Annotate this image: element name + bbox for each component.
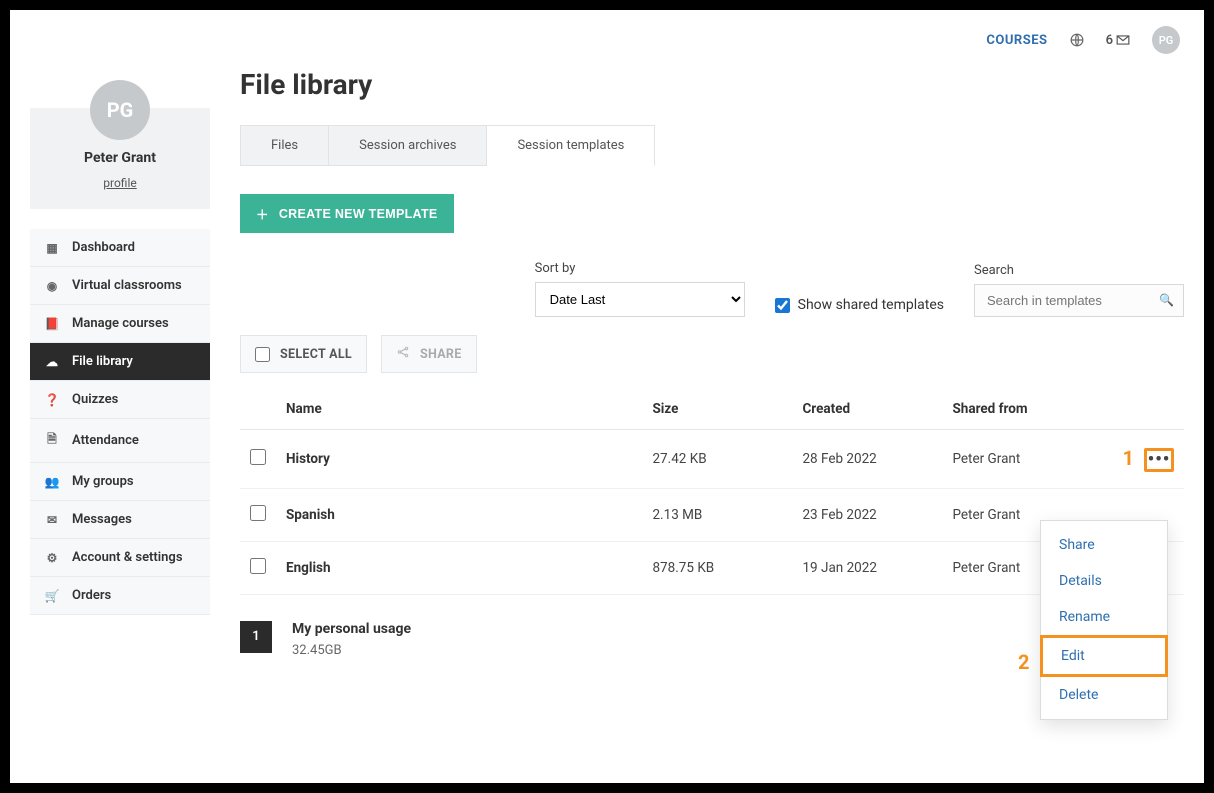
sidebar-item-label: Virtual classrooms	[72, 278, 182, 293]
cloud-icon: ☁	[44, 355, 60, 369]
cell-size: 878.75 KB	[642, 541, 792, 594]
select-all-button[interactable]: SELECT ALL	[240, 335, 367, 373]
sidebar-item-account-settings[interactable]: ⚙ Account & settings	[30, 539, 210, 577]
col-name: Name	[276, 389, 642, 430]
col-size: Size	[642, 389, 792, 430]
gear-icon: ⚙	[44, 551, 60, 565]
table-row: History 27.42 KB 28 Feb 2022 Peter Grant…	[240, 430, 1184, 489]
sidebar-item-dashboard[interactable]: ▦ Dashboard	[30, 229, 210, 267]
cell-size: 27.42 KB	[642, 430, 792, 489]
tab-session-archives[interactable]: Session archives	[329, 125, 487, 166]
col-created: Created	[792, 389, 942, 430]
search-icon: 🔍	[1159, 293, 1174, 307]
callout-2: 2	[1018, 650, 1029, 674]
sidebar: PG Peter Grant profile ▦ Dashboard ◉ Vir…	[30, 68, 210, 658]
sort-select[interactable]: Date Last	[535, 282, 745, 317]
row-checkbox[interactable]	[250, 449, 266, 465]
cell-created: 23 Feb 2022	[792, 488, 942, 541]
row-more-button[interactable]: •••	[1144, 448, 1174, 472]
tab-session-templates[interactable]: Session templates	[487, 125, 655, 166]
sidebar-item-file-library[interactable]: ☁ File library	[30, 343, 210, 381]
share-icon	[396, 345, 410, 363]
menu-item-delete[interactable]: Delete	[1041, 677, 1167, 713]
tab-files[interactable]: Files	[240, 125, 329, 166]
sidebar-item-label: Dashboard	[72, 240, 135, 255]
show-shared-checkbox[interactable]	[775, 298, 790, 313]
sidebar-item-label: Account & settings	[72, 550, 183, 565]
sidebar-item-label: File library	[72, 354, 133, 369]
sidebar-item-label: Quizzes	[72, 392, 118, 407]
show-shared-label: Show shared templates	[798, 297, 944, 313]
sort-label: Sort by	[535, 261, 745, 276]
doc-icon: 🗎	[44, 430, 60, 451]
create-template-label: CREATE NEW TEMPLATE	[279, 207, 438, 221]
avatar[interactable]: PG	[1152, 26, 1180, 54]
sidebar-item-my-groups[interactable]: 👥 My groups	[30, 463, 210, 501]
menu-item-share[interactable]: Share	[1041, 527, 1167, 563]
tabs: Files Session archives Session templates	[240, 125, 1184, 166]
sidebar-item-manage-courses[interactable]: 📕 Manage courses	[30, 305, 210, 343]
mail-notification[interactable]: 6	[1106, 33, 1130, 48]
cell-name: English	[276, 541, 642, 594]
sidebar-item-label: Manage courses	[72, 316, 169, 331]
sidebar-item-attendance[interactable]: 🗎 Attendance	[30, 419, 210, 463]
search-label: Search	[974, 263, 1184, 278]
profile-name: Peter Grant	[40, 150, 200, 166]
sidebar-item-messages[interactable]: ✉ Messages	[30, 501, 210, 539]
cell-created: 28 Feb 2022	[792, 430, 942, 489]
select-all-checkbox[interactable]	[255, 347, 270, 362]
sidebar-item-virtual-classrooms[interactable]: ◉ Virtual classrooms	[30, 267, 210, 305]
sidebar-item-label: Messages	[72, 512, 132, 527]
cell-size: 2.13 MB	[642, 488, 792, 541]
share-label: SHARE	[420, 347, 462, 362]
usage-title: My personal usage	[292, 621, 411, 637]
sort-control: Sort by Date Last	[535, 261, 745, 317]
search-control: Search 🔍	[974, 263, 1184, 317]
grid-icon: ▦	[44, 241, 60, 255]
profile-card: PG Peter Grant profile	[30, 108, 210, 209]
menu-item-edit[interactable]: Edit	[1040, 635, 1168, 677]
show-shared-toggle[interactable]: Show shared templates	[775, 297, 944, 313]
bulk-actions: SELECT ALL SHARE	[240, 335, 1184, 373]
sidebar-item-label: Attendance	[72, 433, 139, 448]
create-template-button[interactable]: ＋ CREATE NEW TEMPLATE	[240, 194, 454, 233]
cell-name: History	[276, 430, 642, 489]
mail-icon: ✉	[44, 513, 60, 527]
play-icon: ◉	[44, 279, 60, 293]
sidebar-item-label: My groups	[72, 474, 134, 489]
avatar-large: PG	[90, 80, 150, 140]
row-checkbox[interactable]	[250, 505, 266, 521]
ellipsis-icon: •••	[1148, 449, 1171, 470]
cell-shared-from: Peter Grant	[942, 430, 1112, 489]
pagination-current[interactable]: 1	[240, 621, 272, 653]
usage-value: 32.45GB	[292, 643, 411, 658]
select-all-label: SELECT ALL	[280, 347, 352, 362]
nav: ▦ Dashboard ◉ Virtual classrooms 📕 Manag…	[30, 229, 210, 615]
sidebar-item-label: Orders	[72, 588, 111, 603]
users-icon: 👥	[44, 475, 60, 489]
sidebar-item-orders[interactable]: 🛒 Orders	[30, 577, 210, 615]
row-context-menu: Share Details Rename Edit Delete	[1040, 520, 1168, 720]
plus-icon: ＋	[256, 204, 269, 223]
menu-item-rename[interactable]: Rename	[1041, 599, 1167, 635]
mail-count: 6	[1106, 33, 1113, 48]
profile-link[interactable]: profile	[103, 176, 136, 190]
controls-row: Sort by Date Last Show shared templates …	[240, 261, 1184, 317]
menu-item-details[interactable]: Details	[1041, 563, 1167, 599]
search-input[interactable]	[974, 284, 1184, 317]
globe-icon[interactable]	[1070, 33, 1084, 47]
cell-created: 19 Jan 2022	[792, 541, 942, 594]
col-shared-from: Shared from	[942, 389, 1112, 430]
top-bar: COURSES 6 PG	[30, 20, 1184, 68]
courses-link[interactable]: COURSES	[986, 33, 1047, 48]
book-icon: 📕	[44, 317, 60, 331]
share-button[interactable]: SHARE	[381, 335, 477, 373]
row-checkbox[interactable]	[250, 558, 266, 574]
page-title: File library	[240, 68, 1184, 101]
callout-1: 1	[1122, 446, 1133, 470]
sidebar-item-quizzes[interactable]: ❓ Quizzes	[30, 381, 210, 419]
help-icon: ❓	[44, 393, 60, 407]
cart-icon: 🛒	[44, 589, 60, 603]
cell-name: Spanish	[276, 488, 642, 541]
